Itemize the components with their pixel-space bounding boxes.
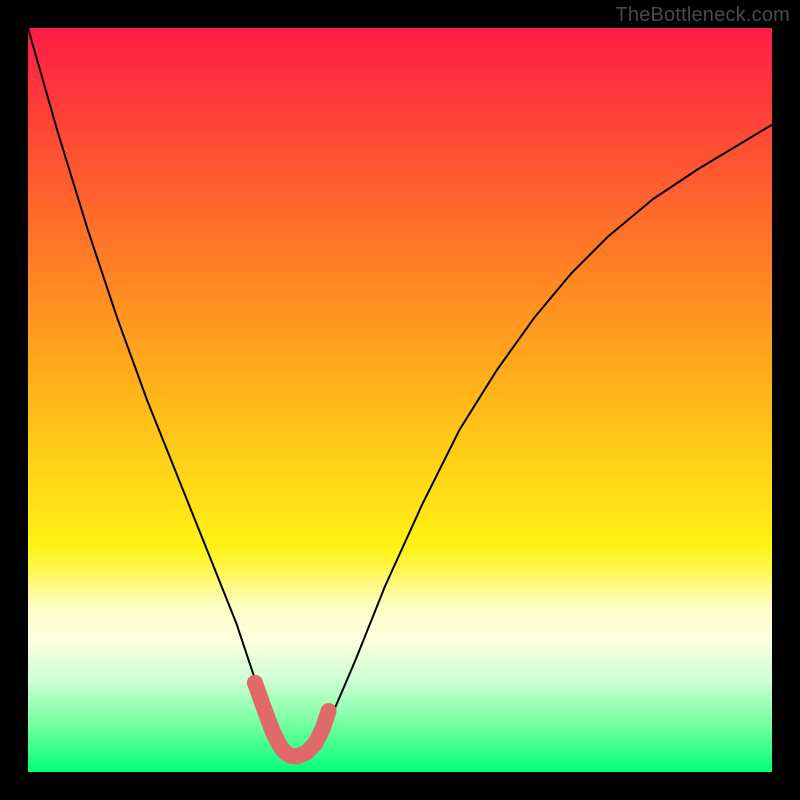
plot-area xyxy=(28,28,772,772)
series-layer xyxy=(28,28,772,757)
series-highlight-near-minimum xyxy=(255,683,329,757)
chart-frame: TheBottleneck.com xyxy=(0,0,800,800)
chart-svg xyxy=(28,28,772,772)
series-bottleneck-curve xyxy=(28,28,772,757)
watermark-text: TheBottleneck.com xyxy=(615,4,790,27)
